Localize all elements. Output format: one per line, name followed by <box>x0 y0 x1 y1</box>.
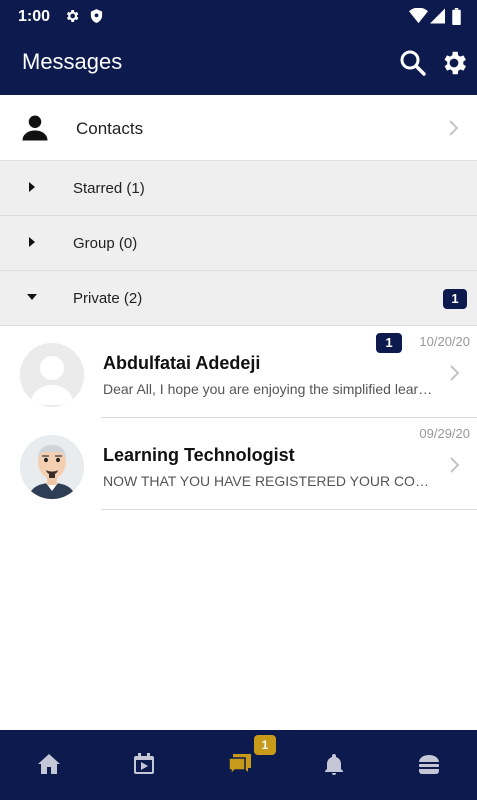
wifi-icon <box>409 8 428 24</box>
unread-badge: 1 <box>376 333 402 353</box>
nav-menu[interactable] <box>382 730 477 800</box>
gear-icon <box>444 51 466 75</box>
nav-home[interactable] <box>2 730 97 800</box>
chevron-right-icon <box>449 120 459 136</box>
conversation-name: Learning Technologist <box>103 445 295 465</box>
chat-icon <box>228 754 251 776</box>
caret-right-icon <box>29 237 35 247</box>
page-title: Messages <box>22 49 123 74</box>
group-label: Group (0) <box>73 235 138 252</box>
contacts-row[interactable]: Contacts <box>0 97 477 161</box>
nav-badge: 1 <box>254 735 276 755</box>
group-row-starred[interactable]: Starred (1) <box>0 161 477 216</box>
conversation-preview: NOW THAT YOU HAVE REGISTERED YOUR COURSE… <box>103 473 433 489</box>
menu-icon <box>419 755 439 774</box>
signal-icon <box>430 8 445 24</box>
battery-icon <box>452 8 461 25</box>
nav-calendar[interactable] <box>97 730 192 800</box>
settings-status-icon <box>66 10 79 22</box>
nav-notifications[interactable] <box>287 730 382 800</box>
person-icon <box>22 115 48 141</box>
conversation-preview: Dear All, I hope you are enjoying the si… <box>103 381 433 397</box>
group-row-group[interactable]: Group (0) <box>0 216 477 271</box>
cartoon-avatar <box>20 435 84 499</box>
conversation-item[interactable]: Learning Technologist NOW THAT YOU HAVE … <box>0 419 477 510</box>
caret-right-icon <box>29 182 35 192</box>
home-icon <box>38 754 60 774</box>
chevron-right-icon <box>450 365 460 381</box>
unread-badge: 1 <box>443 289 467 309</box>
contacts-label: Contacts <box>76 119 144 138</box>
divider <box>101 509 477 510</box>
status-time: 1:00 <box>18 8 51 25</box>
divider <box>101 417 477 418</box>
chevron-right-icon <box>450 457 460 473</box>
search-button[interactable] <box>398 48 428 78</box>
nav-messages[interactable]: 1 <box>192 730 287 800</box>
bottom-nav: 1 <box>0 730 477 800</box>
settings-button[interactable] <box>439 48 469 78</box>
group-label: Starred (1) <box>73 180 145 197</box>
calendar-icon <box>134 753 154 774</box>
shield-icon <box>90 9 103 23</box>
search-icon <box>400 50 426 76</box>
conversation-name: Abdulfatai Adedeji <box>103 353 261 373</box>
default-avatar <box>20 343 84 407</box>
group-row-private[interactable]: Private (2) 1 <box>0 271 477 326</box>
conversation-date: 09/29/20 <box>419 426 470 441</box>
status-bar: 1:00 <box>0 0 477 32</box>
bell-icon <box>325 754 343 775</box>
group-label: Private (2) <box>73 290 143 307</box>
conversation-item[interactable]: Abdulfatai Adedeji Dear All, I hope you … <box>0 327 477 418</box>
conversation-date: 10/20/20 <box>419 334 470 349</box>
app-bar: Messages <box>0 32 477 95</box>
caret-down-icon <box>27 294 37 300</box>
